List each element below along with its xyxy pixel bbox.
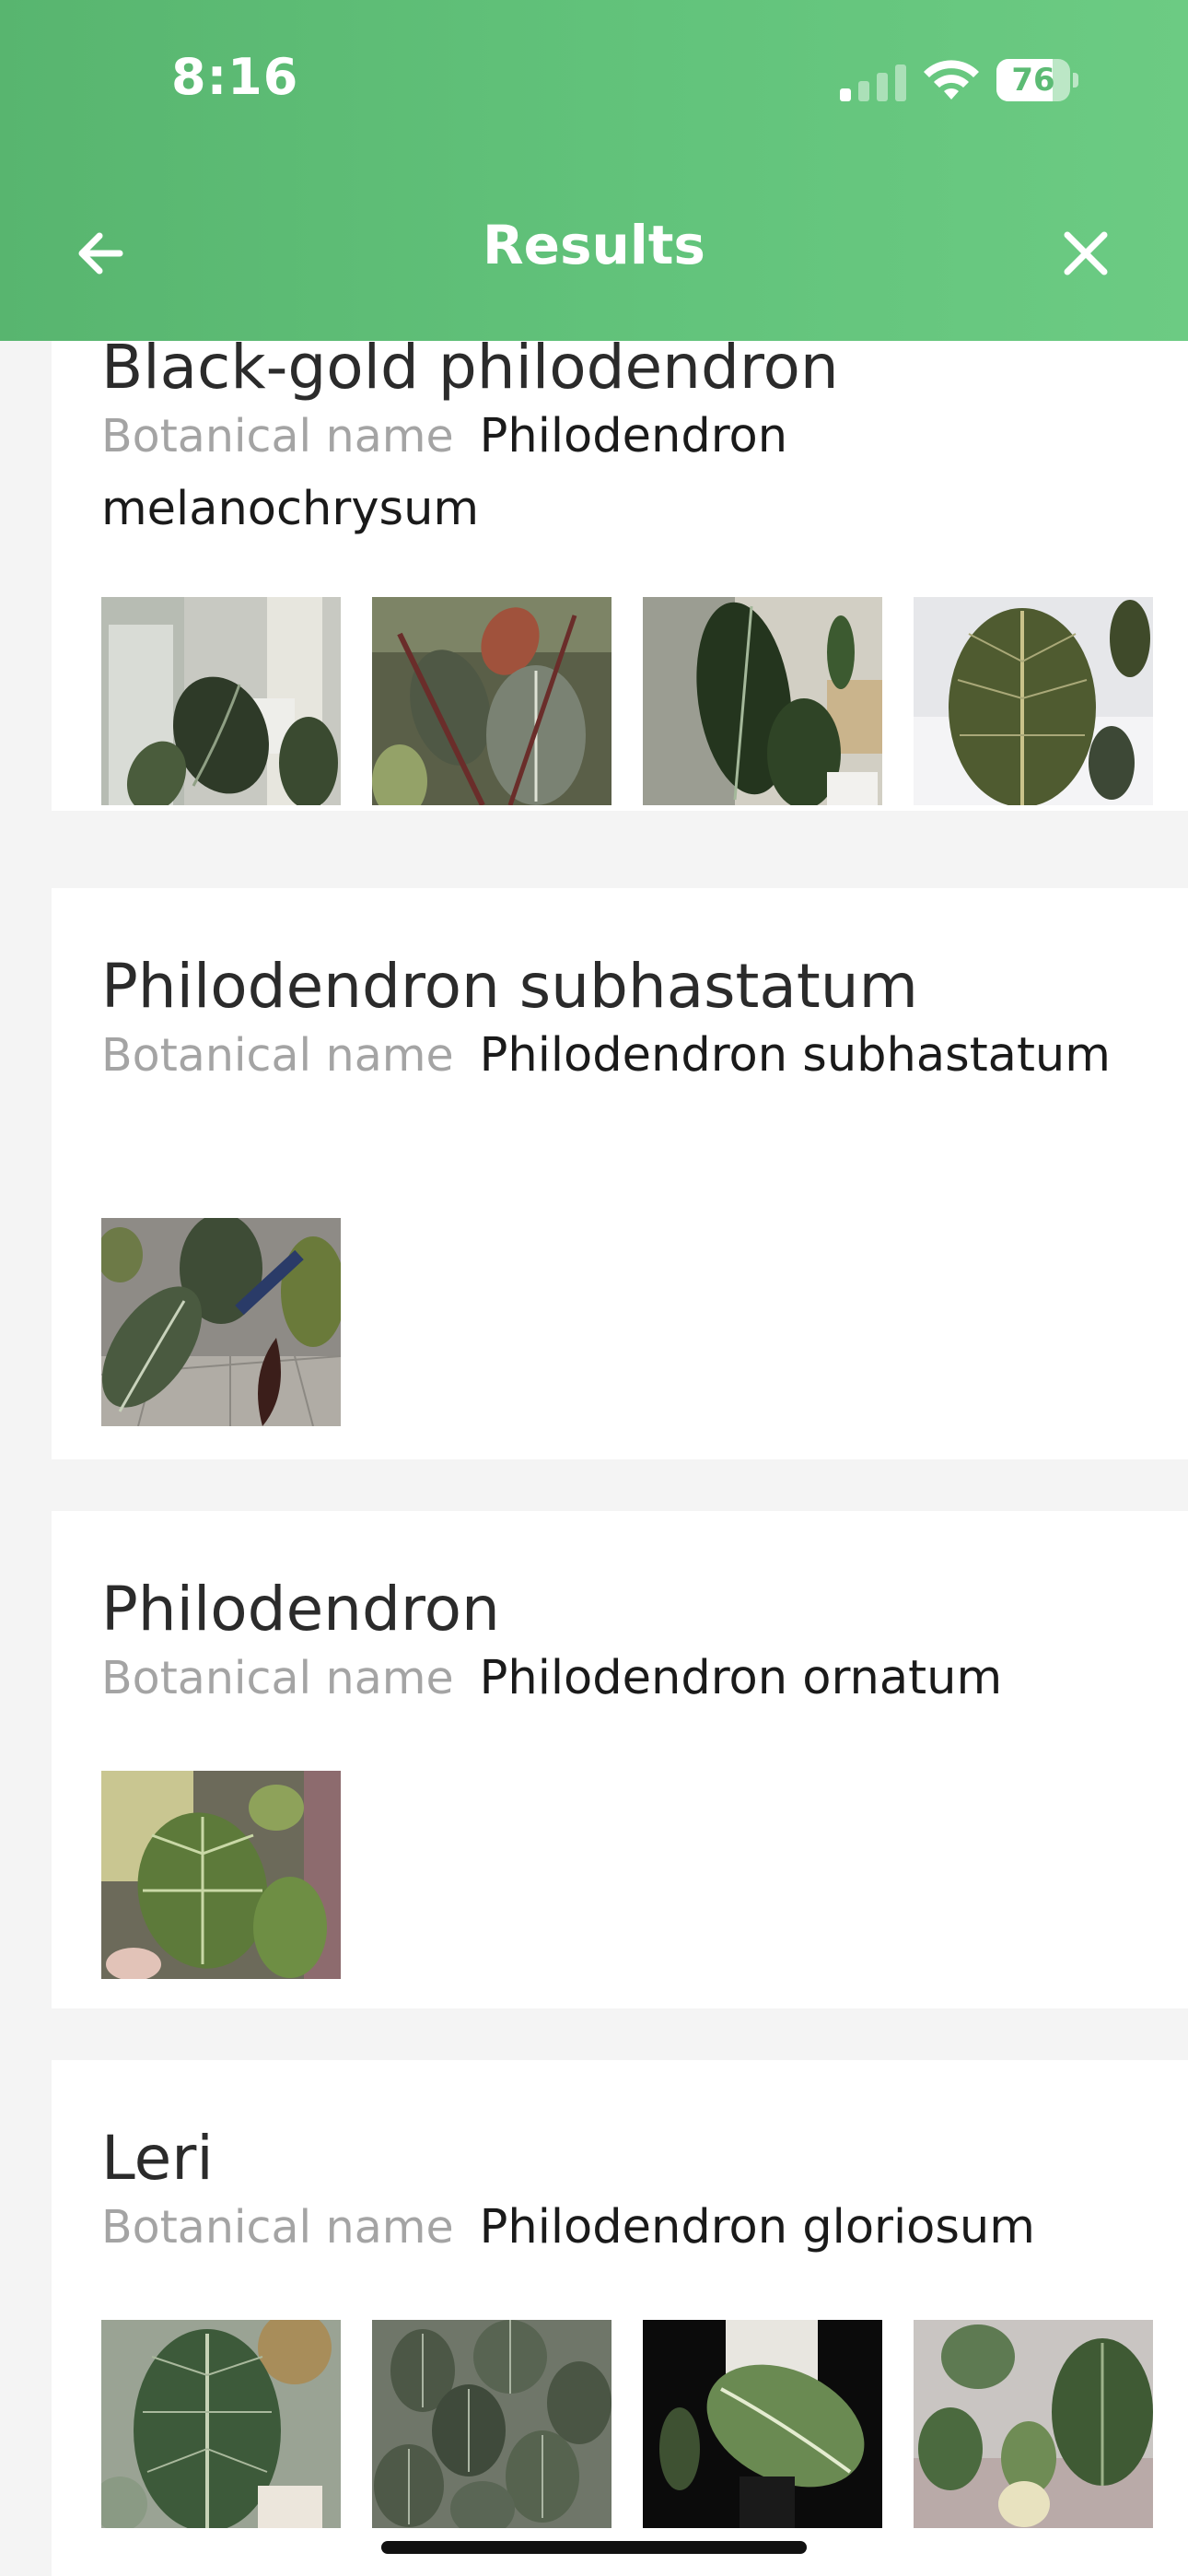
photo-strip bbox=[101, 597, 1153, 805]
botanical-name-value: Philodendron subhastatum bbox=[479, 1028, 1111, 1083]
plant-photo[interactable] bbox=[643, 597, 882, 805]
botanical-name-value: Philodendron ornatum bbox=[479, 1651, 1003, 1705]
botanical-name-value: Philodendron gloriosum bbox=[479, 2200, 1035, 2254]
plant-photo[interactable] bbox=[101, 1771, 341, 1979]
botanical-name-label: Botanical name bbox=[101, 1652, 454, 1704]
photo-strip bbox=[101, 1771, 341, 1979]
result-card[interactable]: Philodendron subhastatum Botanical name P… bbox=[52, 888, 1188, 1459]
plant-photo[interactable] bbox=[101, 1218, 341, 1426]
plant-photo[interactable] bbox=[101, 597, 341, 805]
home-indicator bbox=[381, 2541, 807, 2554]
result-card[interactable]: Philodendron Botanical name Philodendron … bbox=[52, 1511, 1188, 2008]
status-time: 8:16 bbox=[171, 48, 299, 106]
botanical-name-row: Botanical name Philodendron melanochrysum bbox=[101, 400, 1160, 545]
results-screen: 8:16 76 Results Black-gold philodendron … bbox=[0, 0, 1188, 2576]
plant-photo[interactable] bbox=[643, 2320, 882, 2528]
photo-strip bbox=[101, 2320, 1153, 2528]
cellular-signal-icon bbox=[840, 61, 906, 101]
plant-photo[interactable] bbox=[914, 2320, 1153, 2528]
plant-common-name: Philodendron subhastatum bbox=[101, 951, 918, 1022]
result-card[interactable]: Leri Botanical name Philodendron gloriosu… bbox=[52, 2060, 1188, 2576]
wifi-icon bbox=[924, 60, 979, 100]
plant-photo[interactable] bbox=[372, 597, 611, 805]
botanical-name-row: Botanical name Philodendron gloriosum bbox=[101, 2191, 1160, 2264]
result-card[interactable]: Black-gold philodendron Botanical name Ph… bbox=[52, 341, 1188, 811]
botanical-name-label: Botanical name bbox=[101, 410, 454, 463]
results-list[interactable]: Black-gold philodendron Botanical name Ph… bbox=[0, 341, 1188, 2576]
botanical-name-label: Botanical name bbox=[101, 1029, 454, 1082]
botanical-name-row: Botanical name Philodendron ornatum bbox=[101, 1642, 1160, 1715]
page-title: Results bbox=[483, 214, 705, 276]
battery-level-text: 76 bbox=[1011, 62, 1055, 99]
plant-common-name: Leri bbox=[101, 2123, 214, 2194]
plant-photo[interactable] bbox=[372, 2320, 611, 2528]
arrow-left-icon[interactable] bbox=[68, 219, 136, 287]
plant-common-name: Black-gold philodendron bbox=[101, 341, 839, 403]
app-header: 8:16 76 Results bbox=[0, 0, 1188, 341]
plant-common-name: Philodendron bbox=[101, 1574, 500, 1645]
photo-strip bbox=[101, 1218, 341, 1426]
botanical-name-label: Botanical name bbox=[101, 2201, 454, 2254]
plant-photo[interactable] bbox=[101, 2320, 341, 2528]
battery-icon: 76 bbox=[996, 59, 1078, 101]
botanical-name-row: Botanical name Philodendron subhastatum bbox=[101, 1019, 1160, 1092]
plant-photo[interactable] bbox=[914, 597, 1153, 805]
close-icon[interactable] bbox=[1052, 219, 1120, 287]
